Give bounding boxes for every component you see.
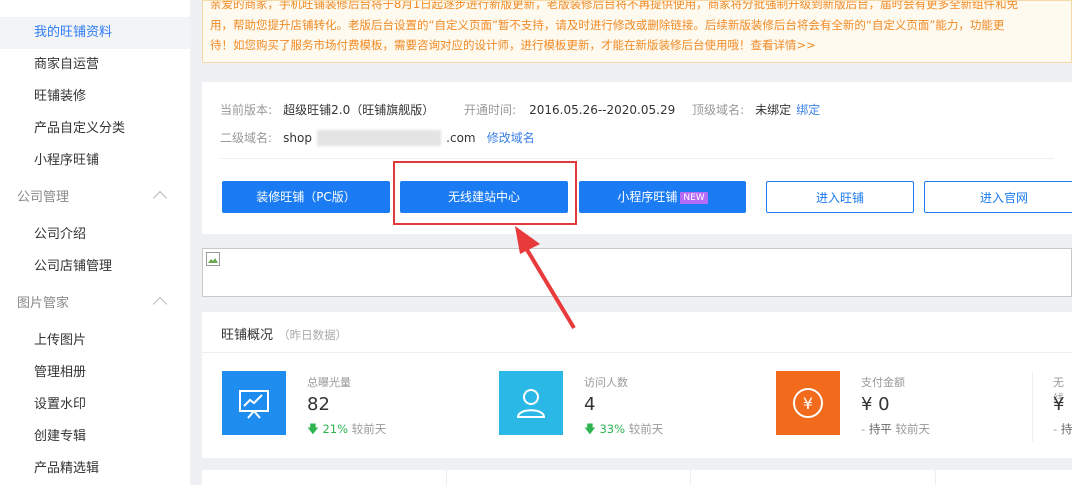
sidebar-item-shop-profile[interactable]: 我的旺铺资料: [0, 17, 190, 49]
blurred-domain: [317, 129, 442, 146]
sidebar-item-shop-decoration[interactable]: 旺铺装修: [34, 81, 86, 113]
divider: [202, 352, 1072, 353]
edit-domain-link[interactable]: 修改域名: [487, 131, 535, 145]
trend-down-icon: 🡇: [584, 422, 596, 436]
chevron-up-icon: [152, 296, 168, 312]
stat-value: ¥: [1053, 394, 1065, 415]
overview-title: 旺铺概况: [221, 328, 274, 343]
annotation-arrow-icon: [515, 226, 576, 330]
stat-label: 总曝光量: [307, 376, 351, 389]
version-value: 超级旺铺2.0（旺铺旗舰版）: [283, 103, 435, 117]
banner-image[interactable]: [202, 248, 1072, 297]
stat-compare: 较前天: [628, 422, 664, 436]
stat-label: 支付金额: [861, 376, 905, 389]
notice-line: 用，帮助您提升店铺转化。老版后台设置的“自定义页面”暂不支持，请及时进行修改或删…: [210, 17, 1005, 32]
stat-pct: 持: [1060, 422, 1072, 436]
open-time-value: 2016.05.26--2020.05.29: [529, 103, 676, 117]
stat-pct: 持平: [868, 422, 892, 436]
second-domain-suffix: .com: [446, 131, 476, 145]
sidebar-item-company-intro[interactable]: 公司介绍: [34, 219, 86, 251]
stat-label: 访问人数: [584, 376, 628, 389]
second-domain-prefix: shop: [283, 131, 312, 145]
stat-value: ¥ 0: [861, 394, 890, 415]
top-domain-label: 顶级域名:: [692, 103, 745, 117]
sidebar-item-self-operation[interactable]: 商家自运营: [34, 49, 99, 81]
new-badge: NEW: [680, 192, 708, 204]
sidebar: 我的旺铺资料 商家自运营 旺铺装修 产品自定义分类 小程序旺铺 公司管理 公司介…: [0, 0, 190, 485]
mini-program-label: 小程序旺铺: [617, 190, 678, 204]
visitors-stat-icon: [499, 371, 563, 435]
overview-subtitle: （昨日数据）: [278, 328, 348, 342]
sidebar-item-company-store[interactable]: 公司店铺管理: [34, 251, 112, 283]
top-domain-value: 未绑定: [755, 103, 792, 117]
sidebar-item-featured[interactable]: 产品精选辑: [34, 453, 99, 485]
sidebar-item-manage-album[interactable]: 管理相册: [34, 357, 86, 389]
decorate-pc-button[interactable]: 装修旺铺（PC版）: [222, 181, 390, 213]
sidebar-group-images[interactable]: 图片管家: [17, 288, 168, 320]
broken-image-icon: [206, 252, 220, 266]
highlight-box: [393, 161, 577, 225]
trend-down-icon: 🡇: [307, 422, 319, 436]
enter-site-button[interactable]: 进入官网: [924, 181, 1072, 213]
version-label: 当前版本:: [220, 103, 273, 117]
divider: [446, 470, 447, 485]
notice-line: 亲爱的商家，手机旺铺装修后台将于8月1日起逐步进行新版更新，老版装修后台将不再提…: [210, 0, 1019, 11]
sidebar-item-watermark[interactable]: 设置水印: [34, 389, 86, 421]
payment-stat-icon: ¥: [776, 371, 840, 435]
open-time-label: 开通时间:: [464, 103, 517, 117]
notice-line: 待！如您购买了服务市场付费模板，需要咨询对应的设计师，进行模板更新，才能在新版装…: [210, 38, 816, 52]
sidebar-group-label: 公司管理: [17, 190, 70, 205]
exposure-stat-icon: [222, 371, 286, 435]
bind-domain-link[interactable]: 绑定: [796, 103, 820, 117]
sidebar-item-mini-program[interactable]: 小程序旺铺: [34, 145, 99, 177]
stat-value: 82: [307, 394, 330, 415]
second-domain-label: 二级域名:: [220, 131, 273, 145]
sidebar-group-label: 图片管家: [17, 296, 70, 311]
stat-pct: 21%: [322, 422, 349, 436]
divider: [1032, 372, 1033, 442]
stat-compare: 较前天: [895, 422, 930, 436]
divider: [220, 158, 1054, 159]
stat-compare: 较前天: [351, 422, 387, 436]
sidebar-item-custom-category[interactable]: 产品自定义分类: [34, 113, 125, 145]
divider: [935, 470, 936, 485]
overview-panel: 旺铺概况 （昨日数据） 总曝光量 82 🡇 21% 较前天 访问人数 4 🡇 3…: [202, 312, 1072, 458]
update-notice: 亲爱的商家，手机旺铺装修后台将于8月1日起逐步进行新版更新，老版装修后台将不再提…: [202, 0, 1072, 63]
trend-flat-icon: -: [1053, 422, 1058, 436]
stat-value: 4: [584, 394, 596, 415]
bottom-panel: [202, 470, 1072, 485]
divider: [690, 470, 691, 485]
enter-shop-button[interactable]: 进入旺铺: [766, 181, 914, 213]
sidebar-item-create-album[interactable]: 创建专辑: [34, 421, 86, 453]
svg-text:¥: ¥: [803, 394, 813, 413]
sidebar-group-company[interactable]: 公司管理: [17, 182, 168, 214]
sidebar-item-upload-image[interactable]: 上传图片: [34, 325, 86, 357]
mini-program-button[interactable]: 小程序旺铺 NEW: [579, 181, 746, 213]
chevron-up-icon: [152, 190, 168, 206]
stat-pct: 33%: [599, 422, 626, 436]
trend-flat-icon: -: [861, 422, 866, 436]
